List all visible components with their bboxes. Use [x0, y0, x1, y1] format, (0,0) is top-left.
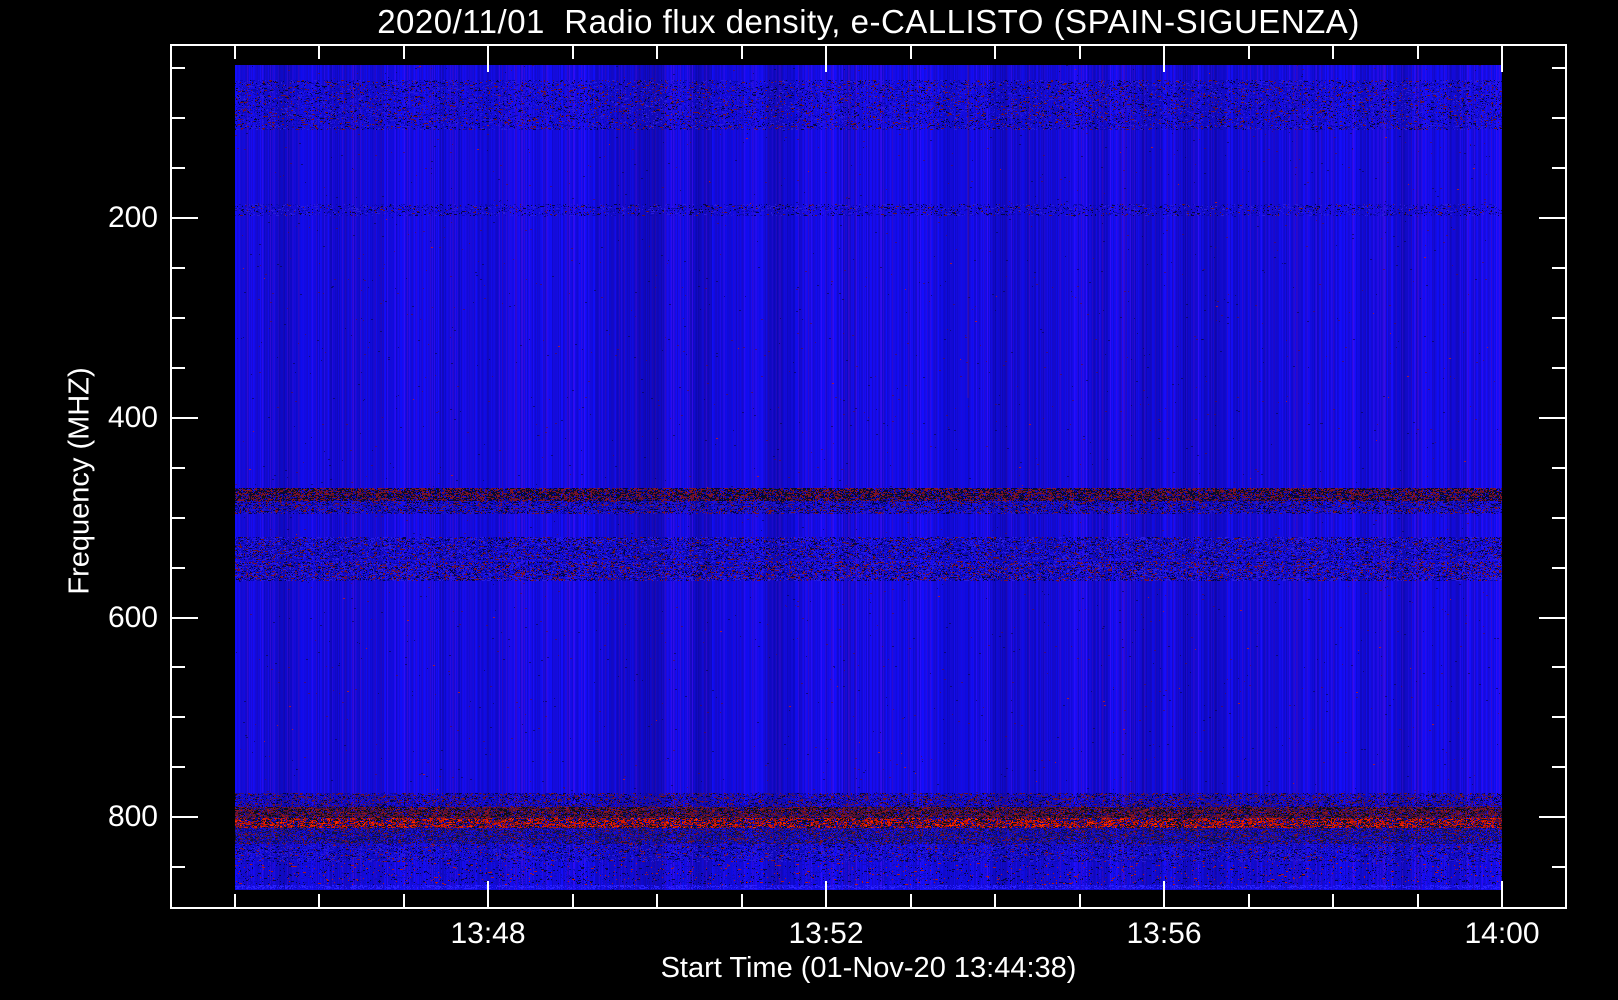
y-major-tick	[172, 217, 198, 219]
x-minor-tick	[1079, 894, 1081, 907]
y-minor-tick-right	[1552, 666, 1565, 668]
x-minor-tick-top	[1332, 46, 1334, 59]
spectrogram-screen: 2020/11/01 Radio flux density, e-CALLIST…	[0, 0, 1618, 1000]
y-axis-label: Frequency (MHZ)	[63, 367, 96, 595]
plot-frame-bottom	[170, 907, 1567, 909]
x-minor-tick-top	[572, 46, 574, 59]
x-minor-tick	[910, 894, 912, 907]
x-minor-tick-top	[1079, 46, 1081, 59]
y-minor-tick-right	[1552, 467, 1565, 469]
y-minor-tick	[172, 117, 185, 119]
y-minor-tick	[172, 517, 185, 519]
y-minor-tick-right	[1552, 766, 1565, 768]
y-major-tick-right	[1539, 217, 1565, 219]
y-minor-tick-right	[1552, 117, 1565, 119]
x-major-tick	[487, 881, 489, 907]
x-minor-tick	[1248, 894, 1250, 907]
x-minor-tick	[1417, 894, 1419, 907]
x-tick-label: 14:00	[1464, 917, 1540, 950]
y-minor-tick-right	[1552, 367, 1565, 369]
plot-frame-right	[1565, 44, 1567, 909]
x-minor-tick-top	[1248, 46, 1250, 59]
y-major-tick-right	[1539, 417, 1565, 419]
x-major-tick-top	[825, 46, 827, 72]
y-major-tick	[172, 816, 198, 818]
x-minor-tick-top	[910, 46, 912, 59]
y-minor-tick	[172, 167, 185, 169]
y-minor-tick	[172, 467, 185, 469]
y-minor-tick-right	[1552, 267, 1565, 269]
y-minor-tick-right	[1552, 67, 1565, 69]
x-minor-tick-top	[234, 46, 236, 59]
y-tick-label: 600	[107, 601, 158, 634]
y-minor-tick	[172, 67, 185, 69]
x-tick-label: 13:52	[788, 917, 864, 950]
y-tick-label: 400	[107, 401, 158, 434]
x-minor-tick-top	[656, 46, 658, 59]
x-major-tick-top	[487, 46, 489, 72]
y-minor-tick-right	[1552, 567, 1565, 569]
plot-frame-left	[170, 44, 172, 909]
x-minor-tick	[741, 894, 743, 907]
y-minor-tick	[172, 866, 185, 868]
x-major-tick-top	[1501, 46, 1503, 72]
x-minor-tick	[234, 894, 236, 907]
spectrogram-image	[235, 65, 1502, 890]
y-minor-tick	[172, 267, 185, 269]
x-minor-tick	[1332, 894, 1334, 907]
y-minor-tick	[172, 317, 185, 319]
x-tick-label: 13:56	[1126, 917, 1202, 950]
y-major-tick-right	[1539, 617, 1565, 619]
x-minor-tick	[994, 894, 996, 907]
y-major-tick	[172, 417, 198, 419]
y-minor-tick-right	[1552, 517, 1565, 519]
y-minor-tick-right	[1552, 716, 1565, 718]
y-tick-label: 800	[107, 800, 158, 833]
x-minor-tick-top	[1417, 46, 1419, 59]
x-major-tick	[1501, 881, 1503, 907]
y-major-tick	[172, 617, 198, 619]
x-minor-tick	[572, 894, 574, 907]
x-axis-label: Start Time (01-Nov-20 13:44:38)	[660, 952, 1077, 984]
x-major-tick	[825, 881, 827, 907]
x-minor-tick	[656, 894, 658, 907]
y-tick-label: 200	[107, 201, 158, 234]
x-minor-tick-top	[741, 46, 743, 59]
x-major-tick-top	[1163, 46, 1165, 72]
x-major-tick	[1163, 881, 1165, 907]
y-minor-tick	[172, 766, 185, 768]
y-minor-tick-right	[1552, 317, 1565, 319]
x-tick-label: 13:48	[450, 917, 526, 950]
x-minor-tick-top	[318, 46, 320, 59]
x-minor-tick	[403, 894, 405, 907]
y-minor-tick-right	[1552, 866, 1565, 868]
y-minor-tick-right	[1552, 167, 1565, 169]
y-minor-tick	[172, 367, 185, 369]
y-major-tick-right	[1539, 816, 1565, 818]
y-minor-tick	[172, 666, 185, 668]
y-minor-tick	[172, 716, 185, 718]
x-minor-tick	[318, 894, 320, 907]
plot-frame-top	[170, 44, 1567, 46]
x-minor-tick-top	[403, 46, 405, 59]
y-minor-tick	[172, 567, 185, 569]
chart-title: 2020/11/01 Radio flux density, e-CALLIST…	[377, 3, 1360, 40]
x-minor-tick-top	[994, 46, 996, 59]
